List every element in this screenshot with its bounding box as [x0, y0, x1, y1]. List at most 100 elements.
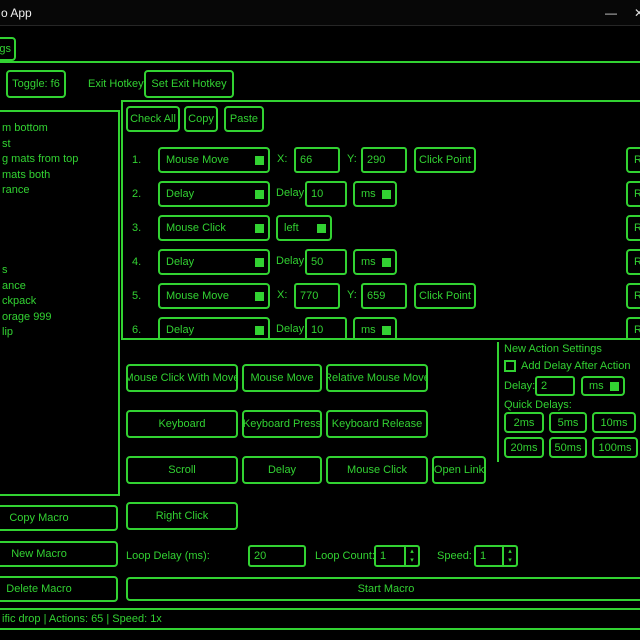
y-input[interactable] — [361, 283, 407, 309]
delay-input[interactable] — [305, 249, 347, 275]
remove-button[interactable]: R — [626, 249, 640, 275]
add-right-click-button[interactable]: Right Click — [126, 502, 238, 530]
click-point-button[interactable]: Click Point — [414, 283, 476, 309]
macro-list-group-bottom: s ance ckpack orage 999 lip — [2, 263, 116, 341]
actions-panel: Check All Copy Paste 1. Mouse Move X: Y:… — [121, 100, 640, 340]
action-row: 2. Delay Delay ms R — [123, 181, 640, 207]
remove-button[interactable]: R — [626, 317, 640, 340]
top-divider — [0, 61, 640, 63]
minimize-button[interactable]: — — [600, 4, 622, 22]
ms-dropdown[interactable]: ms — [353, 181, 397, 207]
add-delay-button[interactable]: Delay — [242, 456, 322, 484]
close-button[interactable]: ✕ — [628, 4, 640, 22]
speed-spinner[interactable]: ▴ ▾ — [474, 545, 518, 567]
set-exit-hotkey-button[interactable]: Set Exit Hotkey — [144, 70, 234, 98]
add-scroll-button[interactable]: Scroll — [126, 456, 238, 484]
remove-button[interactable]: R — [626, 215, 640, 241]
macro-list-item[interactable]: st — [2, 137, 116, 153]
spinner-up-icon[interactable]: ▴ — [406, 547, 418, 556]
dropdown-indicator-icon — [610, 382, 619, 391]
delete-macro-button[interactable]: Delete Macro — [0, 576, 118, 602]
add-keyboard-release-button[interactable]: Keyboard Release — [326, 410, 428, 438]
spinner-up-icon[interactable]: ▴ — [504, 547, 516, 556]
start-macro-button[interactable]: Start Macro — [126, 577, 640, 601]
macro-list-item[interactable]: rance — [2, 183, 116, 199]
add-delay-checkbox[interactable] — [504, 360, 516, 372]
new-action-ms-dropdown[interactable]: ms — [581, 376, 625, 396]
delay-input[interactable] — [305, 317, 347, 340]
action-type-dropdown[interactable]: Mouse Click — [158, 215, 270, 241]
click-point-button[interactable]: Click Point — [414, 147, 476, 173]
add-relative-mouse-move-button[interactable]: Relative Mouse Move — [326, 364, 428, 392]
ms-dropdown[interactable]: ms — [353, 317, 397, 340]
macro-list-item[interactable]: s — [2, 263, 116, 279]
macro-list-item[interactable]: g mats from top — [2, 152, 116, 168]
remove-button[interactable]: R — [626, 147, 640, 173]
loop-count-spinner[interactable]: ▴ ▾ — [374, 545, 420, 567]
quick-delay-50ms-button[interactable]: 50ms — [549, 437, 587, 458]
remove-button[interactable]: R — [626, 283, 640, 309]
action-type-dropdown[interactable]: Mouse Move — [158, 283, 270, 309]
macro-list-group-top: m bottom st g mats from top mats both ra… — [2, 121, 116, 199]
action-index: 5. — [132, 283, 141, 309]
copy-button[interactable]: Copy — [184, 106, 218, 132]
add-mouse-move-button[interactable]: Mouse Move — [242, 364, 322, 392]
quick-delay-2ms-button[interactable]: 2ms — [504, 412, 544, 433]
delay-input[interactable] — [305, 181, 347, 207]
window-title: o App — [1, 6, 32, 20]
paste-button[interactable]: Paste — [224, 106, 264, 132]
settings-tab[interactable]: gs — [0, 37, 16, 61]
new-macro-button[interactable]: New Macro — [0, 541, 118, 567]
add-keyboard-button[interactable]: Keyboard — [126, 410, 238, 438]
add-mouse-click-button[interactable]: Mouse Click — [326, 456, 428, 484]
toggle-hotkey-button[interactable]: Toggle: f6 — [6, 70, 66, 98]
copy-macro-button[interactable]: Copy Macro — [0, 505, 118, 531]
loop-delay-input[interactable] — [248, 545, 306, 567]
spinner-down-icon[interactable]: ▾ — [504, 556, 516, 565]
quick-delay-20ms-button[interactable]: 20ms — [504, 437, 544, 458]
action-row: 1. Mouse Move X: Y: Click Point R — [123, 147, 640, 173]
add-open-link-button[interactable]: Open Link — [432, 456, 486, 484]
spinner-down-icon[interactable]: ▾ — [406, 556, 418, 565]
action-index: 2. — [132, 181, 141, 207]
dropdown-indicator-icon — [255, 224, 264, 233]
macro-list-item[interactable]: m bottom — [2, 121, 116, 137]
action-type-dropdown[interactable]: Delay — [158, 249, 270, 275]
action-type-dropdown[interactable]: Delay — [158, 181, 270, 207]
macro-list[interactable]: m bottom st g mats from top mats both ra… — [0, 110, 120, 496]
delay-label: Delay — [276, 255, 304, 267]
y-input[interactable] — [361, 147, 407, 173]
x-input[interactable] — [294, 147, 340, 173]
loop-count-input[interactable] — [376, 547, 404, 565]
action-type-dropdown[interactable]: Delay — [158, 317, 270, 340]
new-action-settings-divider — [497, 342, 499, 462]
y-label: Y: — [347, 289, 357, 301]
quick-delay-5ms-button[interactable]: 5ms — [549, 412, 587, 433]
dropdown-indicator-icon — [382, 258, 391, 267]
unit-value: ms — [361, 188, 376, 200]
macro-list-item[interactable]: ance — [2, 279, 116, 295]
x-input[interactable] — [294, 283, 340, 309]
macro-list-item[interactable]: lip — [2, 325, 116, 341]
check-all-button[interactable]: Check All — [126, 106, 180, 132]
mouse-button-dropdown[interactable]: left — [276, 215, 332, 241]
new-action-delay-input[interactable] — [535, 376, 575, 396]
macro-list-item[interactable]: orage 999 — [2, 310, 116, 326]
loop-count-label: Loop Count: — [315, 550, 375, 562]
speed-label: Speed: — [437, 550, 472, 562]
quick-delay-10ms-button[interactable]: 10ms — [592, 412, 636, 433]
action-type-dropdown[interactable]: Mouse Move — [158, 147, 270, 173]
macro-list-item[interactable]: ckpack — [2, 294, 116, 310]
ms-dropdown[interactable]: ms — [353, 249, 397, 275]
action-type-value: Mouse Move — [166, 290, 229, 302]
add-mouse-click-with-move-button[interactable]: Mouse Click With Move — [126, 364, 238, 392]
quick-delay-100ms-button[interactable]: 100ms — [592, 437, 638, 458]
macro-list-item[interactable]: mats both — [2, 168, 116, 184]
action-row: 5. Mouse Move X: Y: Click Point R — [123, 283, 640, 309]
speed-input[interactable] — [476, 547, 502, 565]
add-keyboard-press-button[interactable]: Keyboard Press — [242, 410, 322, 438]
remove-button[interactable]: R — [626, 181, 640, 207]
delay-label: Delay — [276, 323, 304, 335]
status-bar: ific drop | Actions: 65 | Speed: 1x — [0, 608, 640, 630]
dropdown-indicator-icon — [255, 292, 264, 301]
